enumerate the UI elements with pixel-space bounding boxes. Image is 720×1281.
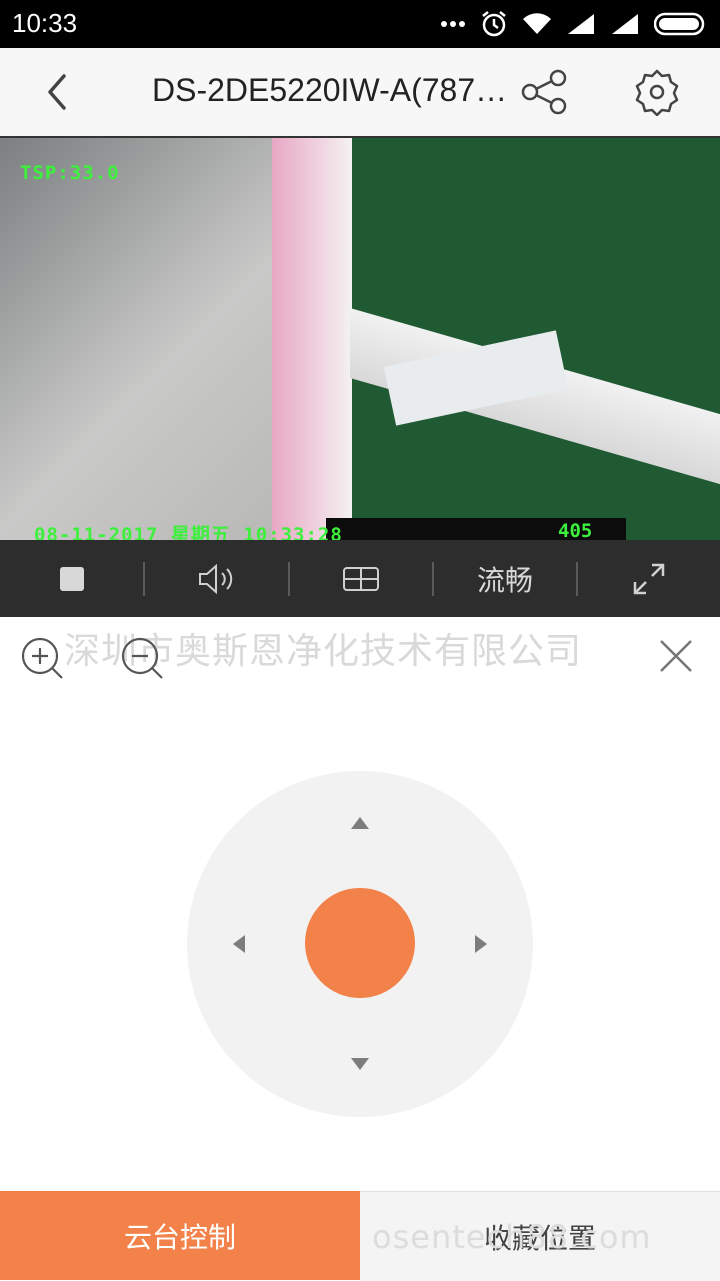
speaker-icon: [199, 563, 233, 594]
zoom-in-icon[interactable]: [18, 636, 68, 682]
share-icon[interactable]: [518, 68, 570, 116]
tab-ptz-control-label: 云台控制: [123, 1220, 236, 1254]
page-title: DS-2DE5220IW-A(787…: [152, 72, 508, 108]
player-toolbar: 流畅: [0, 540, 720, 617]
grid-icon: [343, 566, 379, 591]
pan-up-arrow-icon[interactable]: [351, 817, 369, 829]
alarm-icon: [482, 11, 506, 37]
app-bar: DS-2DE5220IW-A(787…: [0, 48, 720, 137]
sound-button[interactable]: [145, 540, 289, 617]
stop-button[interactable]: [0, 540, 144, 617]
watermark-url: osentech88.com: [372, 1218, 652, 1256]
status-bar: 10:33: [0, 0, 720, 48]
ptz-joystick-knob[interactable]: [305, 888, 415, 998]
osd-tsp-text: TSP:33.0: [20, 162, 120, 184]
wifi-icon: [523, 13, 551, 35]
pan-right-arrow-icon[interactable]: [475, 935, 487, 953]
layout-button[interactable]: [290, 540, 432, 617]
stop-icon: [60, 566, 84, 591]
status-icons: [440, 10, 708, 38]
close-icon[interactable]: [656, 636, 696, 676]
zoom-out-icon[interactable]: [118, 636, 168, 682]
chevron-left-icon[interactable]: [38, 70, 78, 114]
fullscreen-icon: [633, 563, 665, 594]
battery-icon: [654, 12, 705, 36]
quality-button[interactable]: 流畅: [434, 540, 576, 617]
pan-left-arrow-icon[interactable]: [233, 935, 245, 953]
gear-icon[interactable]: [632, 68, 682, 116]
status-time: 10:33: [12, 8, 78, 38]
signal-icon: [612, 14, 638, 34]
quality-label: 流畅: [476, 563, 533, 597]
osd-datetime-text: 08-11-2017 星期五 10:33:28: [34, 524, 343, 542]
tab-ptz-control[interactable]: 云台控制: [0, 1191, 360, 1280]
osd-channel-text: 405: [558, 520, 593, 542]
video-scene: [272, 138, 352, 542]
more-dots-icon: [441, 21, 465, 27]
fullscreen-button[interactable]: [578, 540, 720, 617]
pan-down-arrow-icon[interactable]: [351, 1058, 369, 1070]
video-feed[interactable]: TSP:33.0 08-11-2017 星期五 10:33:28 405: [0, 136, 720, 542]
signal-icon: [568, 14, 594, 34]
